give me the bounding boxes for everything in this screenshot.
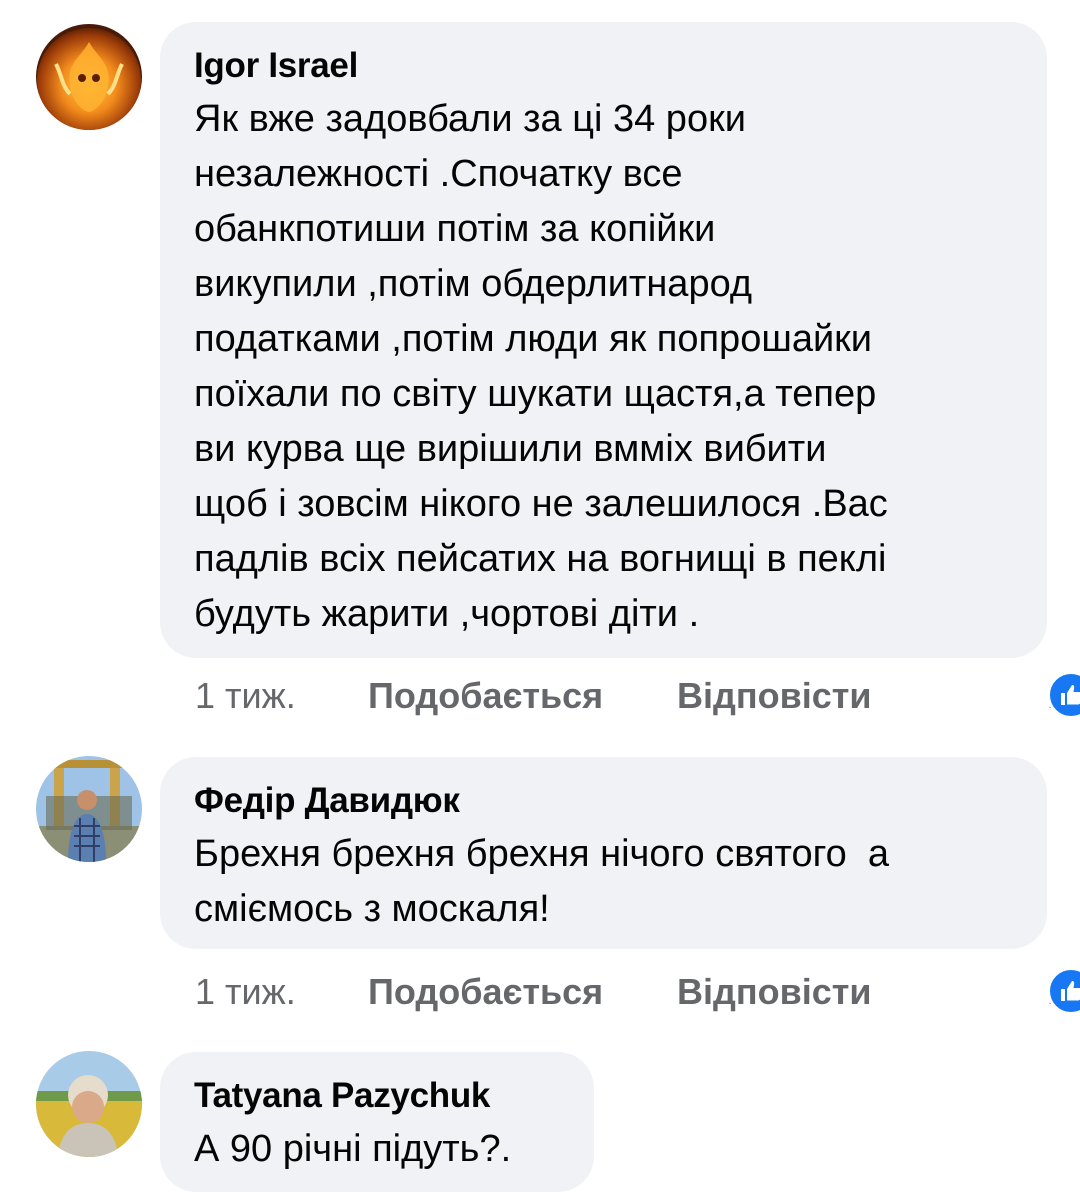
person-photo-icon [36, 756, 142, 862]
comment-actions: 1 тиж. Подобається Відповісти 13 [195, 967, 1080, 1017]
like-button[interactable]: Подобається [368, 671, 603, 721]
comment-timestamp[interactable]: 1 тиж. [195, 671, 296, 721]
comment-text: Брехня брехня брехня нічого святого а см… [194, 833, 890, 930]
avatar[interactable] [36, 24, 142, 130]
reply-button[interactable]: Відповісти [677, 671, 872, 721]
comment-author[interactable]: Igor Israel [194, 46, 1013, 86]
comment-text: А 90 річні підуть?. [194, 1128, 512, 1170]
avatar[interactable] [36, 1051, 142, 1157]
comment-bubble: Федір Давидюк Брехня брехня брехня нічог… [160, 757, 1047, 949]
comment-author[interactable]: Федір Давидюк [194, 781, 1013, 821]
person-photo-icon [36, 1051, 142, 1157]
comment-timestamp[interactable]: 1 тиж. [195, 967, 296, 1017]
comment-text: Як вже задовбали за ці 34 роки незалежно… [194, 98, 888, 635]
fire-avatar-icon [36, 24, 142, 130]
comment-bubble: Igor Israel Як вже задовбали за ці 34 ро… [160, 22, 1047, 658]
like-button[interactable]: Подобається [368, 967, 603, 1017]
avatar[interactable] [36, 756, 142, 862]
reply-button[interactable]: Відповісти [677, 967, 872, 1017]
comment-bubble: Tatyana Pazychuk А 90 річні підуть?. [160, 1052, 594, 1192]
comment-author[interactable]: Tatyana Pazychuk [194, 1076, 560, 1116]
comment-actions: 1 тиж. Подобається Відповісти 10 [195, 671, 1080, 721]
